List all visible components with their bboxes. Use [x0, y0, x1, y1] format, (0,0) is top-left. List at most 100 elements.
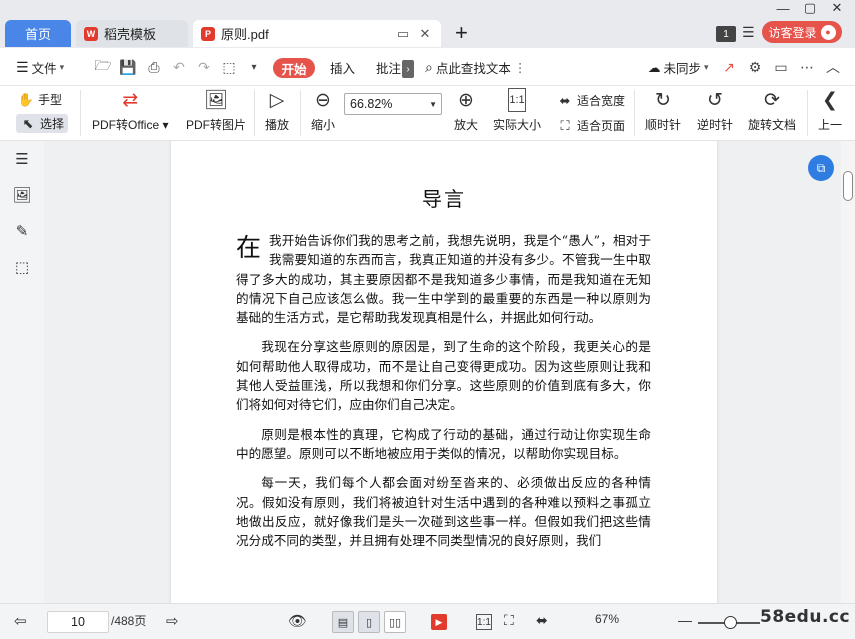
select-tool-button[interactable]: ⬉ 选择: [16, 114, 69, 133]
title-bar: 首页 W 稻壳模板 P 原则.pdf ▭ ✕ + — ▢ ✕ 1 ☰ 访客登录 …: [0, 0, 855, 48]
share-icon[interactable]: ↗: [720, 58, 738, 76]
rotate-counterclockwise-button[interactable]: ↺ 逆时针: [697, 88, 733, 133]
fit-width-icon: ⬌: [559, 92, 571, 108]
actual-size-label: 实际大小: [493, 118, 542, 132]
tab-document[interactable]: P 原则.pdf ▭ ✕: [193, 20, 441, 47]
search-box[interactable]: ⌕ 点此查找文本 ⋮: [425, 48, 526, 86]
play-slideshow-icon[interactable]: ▶: [431, 614, 447, 630]
pdf-to-office-button[interactable]: ⇄ PDF转Office ▾: [92, 88, 169, 133]
file-menu-label: 文件: [31, 61, 57, 76]
rotate-document-button[interactable]: ⟳ 旋转文档: [748, 88, 796, 133]
new-tab-button[interactable]: +: [455, 20, 468, 46]
save-icon[interactable]: 💾: [119, 58, 137, 76]
side-tools-float-button[interactable]: ⧉: [808, 155, 834, 181]
tab-insert[interactable]: 插入: [330, 48, 355, 86]
fit-page-icon: ⛶: [560, 117, 570, 133]
rotate-document-icon: ⟳: [764, 89, 780, 111]
cloud-icon: ☁: [648, 60, 661, 75]
collapse-ribbon-icon[interactable]: ︿: [824, 58, 842, 76]
single-page-view-icon[interactable]: ▤: [332, 611, 354, 633]
zoom-in-button[interactable]: ⊕ 放大: [453, 88, 479, 133]
maximize-icon[interactable]: ▢: [797, 0, 823, 16]
fit-width-label: 适合宽度: [577, 94, 626, 108]
restore-tab-icon[interactable]: ▭: [395, 26, 411, 42]
play-circle-icon: ▷: [269, 89, 285, 111]
rotate-doc-label: 旋转文档: [748, 118, 797, 132]
tab-count-badge[interactable]: 1: [716, 26, 736, 42]
tab-start[interactable]: 开始: [273, 58, 315, 78]
hand-label: 手型: [38, 93, 63, 107]
more-horizontal-icon[interactable]: ⋯: [798, 58, 816, 76]
document-viewer[interactable]: 导言 在 我开始告诉你们我的思考之前，我想先说明，我是个“愚人”，相对于我需要知…: [44, 141, 841, 603]
vertical-scrollbar[interactable]: [841, 141, 855, 603]
divider: [634, 90, 635, 136]
previous-page-icon[interactable]: ⇦: [14, 612, 27, 630]
annotation-pen-icon[interactable]: ✎: [12, 221, 32, 241]
paragraph: 原则是根本性的真理，它构成了行动的基础，通过行动让你实现生命中的愿望。原则可以不…: [236, 426, 651, 461]
pdf-to-image-button[interactable]: 🖼 PDF转图片: [186, 88, 246, 133]
rotate-clockwise-button[interactable]: ↻ 顺时针: [645, 88, 681, 133]
zoom-level-select[interactable]: 66.82% ▼: [344, 93, 442, 115]
print-icon[interactable]: ⎙: [145, 58, 163, 76]
actual-size-icon: 1:1: [508, 88, 526, 112]
visitor-login-button[interactable]: 访客登录 ●: [762, 21, 842, 43]
page-body: 在 我开始告诉你们我的思考之前，我想先说明，我是个“愚人”，相对于我需要知道的东…: [236, 231, 651, 560]
actual-size-icon[interactable]: 1:1: [476, 614, 492, 630]
close-tab-icon[interactable]: ✕: [417, 26, 433, 42]
scrollbar-thumb[interactable]: [843, 171, 853, 201]
export-image-icon[interactable]: ⬚: [220, 58, 238, 76]
rotate-cw-label: 顺时针: [645, 118, 682, 132]
close-window-icon[interactable]: ✕: [824, 0, 850, 16]
tab-home[interactable]: 首页: [5, 20, 71, 47]
select-label: 选择: [40, 117, 65, 131]
tab-annotate[interactable]: 批注: [376, 48, 401, 86]
fit-page-label: 适合页面: [577, 119, 626, 133]
ribbon-toolbar: ✋ 手型 ⬉ 选择 ⇄ PDF转Office ▾ 🖼 PDF转图片 ▷ 播放 ⊖…: [0, 86, 855, 141]
eye-protection-icon[interactable]: 👁: [288, 612, 307, 630]
pdf-to-office-icon: ⇄: [122, 89, 139, 111]
docer-logo-icon: W: [84, 26, 98, 41]
previous-page-button[interactable]: ❮ 上一: [817, 88, 843, 133]
paragraph: 在 我开始告诉你们我的思考之前，我想先说明，我是个“愚人”，相对于我需要知道的东…: [236, 231, 651, 327]
minimize-icon[interactable]: —: [770, 0, 796, 16]
next-page-icon[interactable]: ⇨: [166, 612, 179, 630]
zoom-value: 66.82%: [350, 97, 393, 111]
zoom-in-label: 放大: [453, 118, 478, 132]
divider: [80, 90, 81, 136]
thumbnail-image-icon[interactable]: 🖼: [12, 185, 32, 205]
fit-width-icon[interactable]: ⬌: [536, 612, 548, 629]
play-label: 播放: [264, 118, 289, 132]
comment-icon[interactable]: ▭: [772, 58, 790, 76]
file-menu[interactable]: ☰ 文件 ▾: [16, 48, 64, 86]
actual-size-button[interactable]: 1:1 实际大小: [493, 88, 541, 133]
undo-icon[interactable]: ↶: [170, 58, 188, 76]
open-folder-icon[interactable]: 🗁: [94, 57, 112, 76]
redo-icon[interactable]: ↷: [195, 58, 213, 76]
watermark: 58edu.cc: [760, 607, 851, 627]
zoom-out-icon[interactable]: —: [678, 612, 692, 628]
divider: [300, 90, 301, 136]
two-page-view-icon[interactable]: ▯▯: [384, 611, 406, 633]
hand-icon: ✋: [17, 91, 35, 107]
fit-page-button[interactable]: ⛶ 适合页面: [557, 117, 625, 134]
tab-list-menu-icon[interactable]: ☰: [742, 24, 755, 41]
pdf-to-image-label: PDF转图片: [186, 118, 247, 132]
left-sidebar: ☰ 🖼 ✎ ⬚: [0, 141, 44, 603]
settings-gear-icon[interactable]: ⚙: [746, 58, 764, 76]
tab-template[interactable]: W 稻壳模板: [76, 20, 188, 47]
more-tabs-arrow-icon[interactable]: ›: [402, 60, 414, 78]
zoom-slider-knob[interactable]: [724, 616, 737, 629]
bookmark-icon[interactable]: ⬚: [12, 257, 32, 277]
fit-width-button[interactable]: ⬌ 适合宽度: [557, 92, 625, 109]
page-number-input[interactable]: 10: [47, 611, 109, 633]
sync-status[interactable]: ☁ 未同步 ▾: [648, 48, 709, 86]
continuous-view-icon[interactable]: ▯: [358, 611, 380, 633]
search-label: 点此查找文本: [435, 61, 511, 76]
outline-list-icon[interactable]: ☰: [12, 149, 32, 169]
hand-tool-button[interactable]: ✋ 手型: [18, 91, 62, 108]
rotate-ccw-label: 逆时针: [697, 118, 734, 132]
quick-access-dropdown-icon[interactable]: ▾: [245, 58, 263, 76]
zoom-out-button[interactable]: ⊖ 缩小: [310, 88, 336, 133]
play-button[interactable]: ▷ 播放: [264, 88, 290, 133]
fit-page-icon[interactable]: ⛶: [504, 612, 514, 629]
